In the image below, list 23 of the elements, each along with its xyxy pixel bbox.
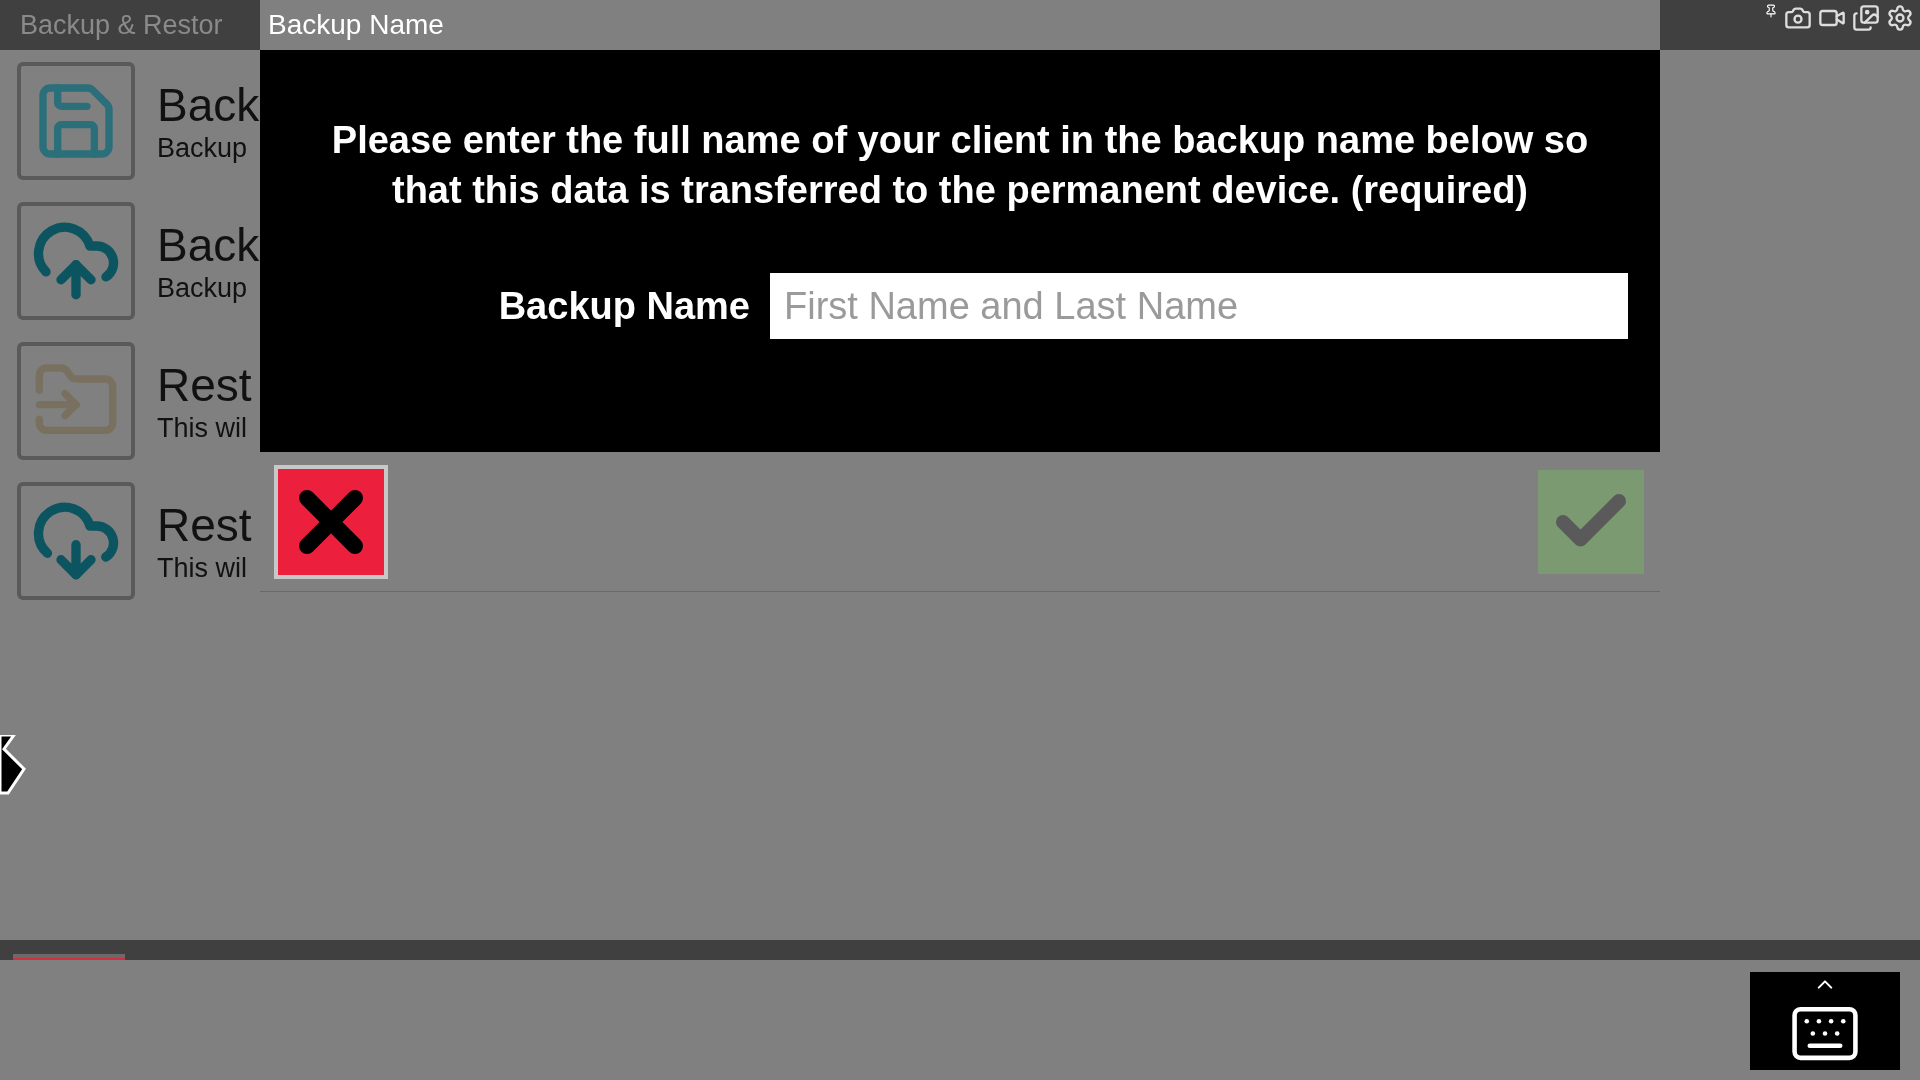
option-title: Back [157, 218, 260, 272]
option-icon-tile[interactable] [17, 202, 135, 320]
option-title: Back [157, 78, 260, 132]
mouse-cursor-icon [0, 735, 26, 795]
option-subtitle: Backup [157, 132, 249, 164]
option-subtitle: Backup [157, 272, 249, 304]
option-subtitle: This wil [157, 552, 248, 584]
app-title: Backup & Restor [20, 8, 223, 42]
settings-icon[interactable] [1886, 4, 1914, 32]
cancel-button[interactable] [274, 464, 388, 579]
backup-name-field[interactable]: First Name and Last Name [770, 273, 1628, 339]
dialog-title: Backup Name [268, 8, 444, 42]
keyboard-button[interactable] [1750, 972, 1900, 1070]
option-icon-tile[interactable] [17, 62, 135, 180]
pin-icon[interactable] [1764, 4, 1778, 18]
option-title: Rest [157, 358, 252, 412]
dialog-message: Please enter the full name of your client in the backup name below so that this data is transferred to the permanent device. (required) [330, 118, 1590, 213]
option-icon-tile[interactable] [17, 342, 135, 460]
field-label: Backup Name [498, 283, 750, 329]
option-subtitle: This wil [157, 412, 248, 444]
gallery-icon[interactable] [1852, 4, 1880, 32]
option-icon-tile[interactable] [17, 482, 135, 600]
option-title: Rest [157, 498, 252, 552]
